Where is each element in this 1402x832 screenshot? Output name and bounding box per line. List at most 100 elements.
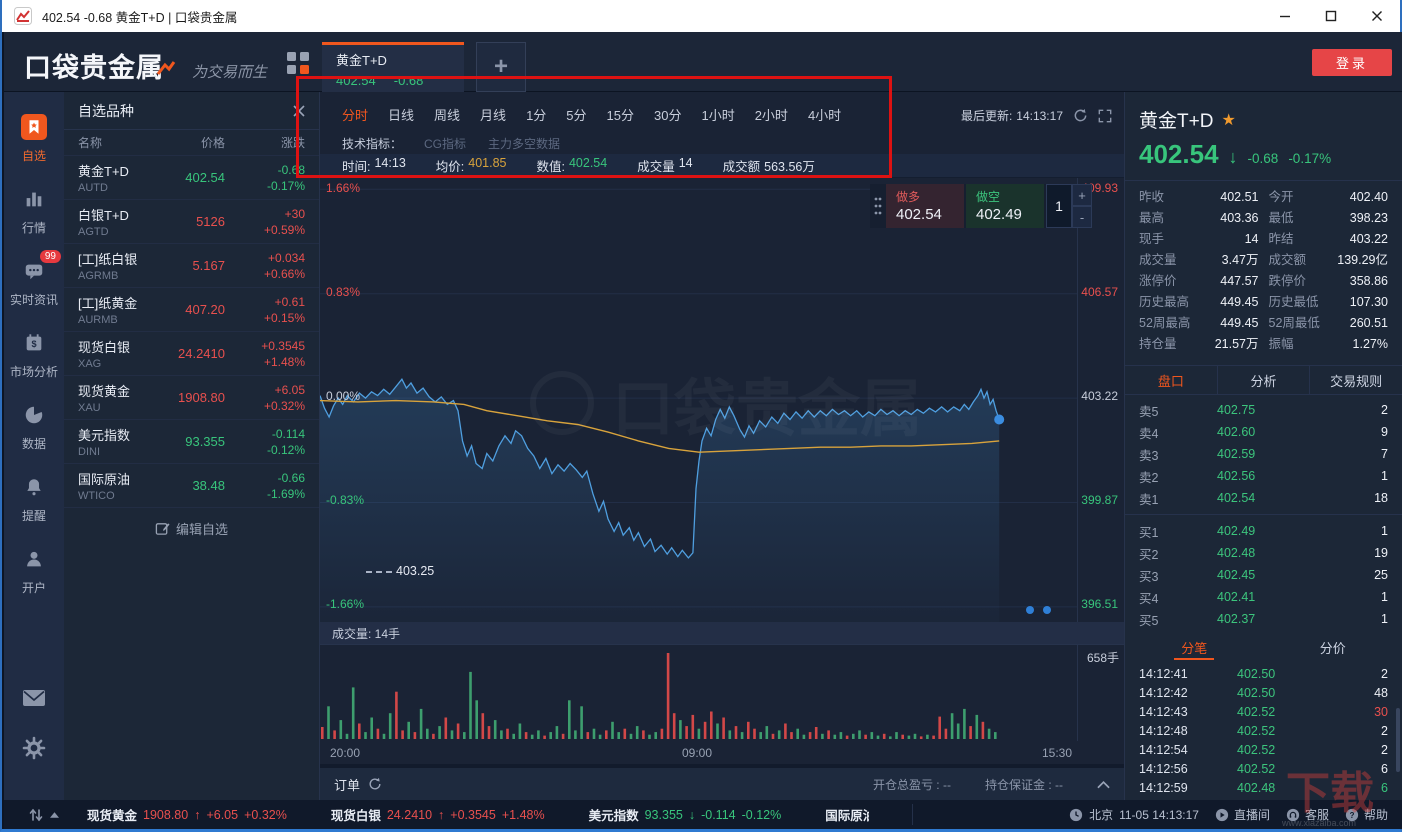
status-bar: 现货黄金 1908.80 ↑ +6.05 +0.32% 现货白银 24.2410…	[4, 800, 1402, 829]
sidebar-item-market-analysis[interactable]: $ 市场分析	[4, 330, 64, 380]
refresh-icon[interactable]	[1073, 108, 1088, 123]
sell-short-button[interactable]: 做空 402.49	[966, 184, 1044, 228]
instrument-price: 38.48	[192, 478, 225, 493]
quantity-increase-button[interactable]: +	[1072, 184, 1092, 206]
ask-row[interactable]: 卖2 402.56 1	[1139, 465, 1388, 487]
help-circle-icon: ?	[1345, 808, 1359, 822]
watchlist-row[interactable]: [工]纸黄金 AURMB 407.20 +0.61 +0.15%	[64, 288, 319, 332]
favorite-star-icon[interactable]: ★	[1221, 110, 1235, 130]
chart-page-dots[interactable]	[1026, 606, 1051, 614]
stat-label: 最低	[1268, 211, 1294, 225]
watchlist-row[interactable]: 白银T+D AGTD 5126 +30 +0.59%	[64, 200, 319, 244]
price-chart-svg	[320, 188, 1078, 622]
watchlist-title: 自选品种	[78, 102, 134, 119]
tick-tab[interactable]: 分笔	[1125, 632, 1264, 662]
sidebar-item-alerts[interactable]: 提醒	[4, 474, 64, 524]
minimize-button[interactable]	[1262, 0, 1308, 32]
bell-icon	[21, 474, 47, 500]
timeframe-tab[interactable]: 分时	[342, 105, 368, 124]
watchlist-row[interactable]: 美元指数 DINI 93.355 -0.114 -0.12%	[64, 420, 319, 464]
watchlist-row[interactable]: 黄金T+D AUTD 402.54 -0.68 -0.17%	[64, 156, 319, 200]
tick-tab[interactable]: 分价	[1264, 632, 1402, 662]
axis-price-3: 403.22	[1081, 389, 1118, 403]
help-link[interactable]: ? 帮助	[1345, 806, 1388, 823]
grid-menu-icon[interactable]	[287, 52, 309, 74]
price-chart[interactable]: 1.66% 0.83% 0.00% -0.83% -1.66% 409.93 4…	[320, 178, 1124, 622]
bid-row[interactable]: 买5 402.37 1	[1139, 608, 1388, 630]
timeframe-tab[interactable]: 日线	[388, 105, 414, 124]
bid-row[interactable]: 买4 402.41 1	[1139, 586, 1388, 608]
ref-price-label: 403.25	[396, 564, 435, 578]
ticker-sort-icon[interactable]	[28, 807, 44, 823]
ticker-item[interactable]: 现货白银 24.2410 ↑ +0.3545 +1.48%	[331, 805, 545, 824]
detail-tab[interactable]: 交易规则	[1309, 366, 1402, 394]
sidebar-item-data[interactable]: 数据	[4, 402, 64, 452]
ask-row[interactable]: 卖1 402.54 18	[1139, 487, 1388, 509]
ask-row[interactable]: 卖4 402.60 9	[1139, 421, 1388, 443]
fullscreen-icon[interactable]	[1098, 109, 1112, 123]
gear-icon[interactable]	[22, 736, 46, 760]
detail-tab[interactable]: 盘口	[1125, 366, 1217, 394]
timeframe-tab[interactable]: 5分	[566, 105, 586, 124]
detail-tab[interactable]: 分析	[1216, 366, 1310, 394]
stat-label: 昨结	[1268, 232, 1294, 246]
drag-handle-icon[interactable]	[870, 184, 886, 228]
ticker-item[interactable]: 现货黄金 1908.80 ↑ +6.05 +0.32%	[87, 805, 287, 824]
watchlist-row[interactable]: [工]纸白银 AGRMB 5.167 +0.034 +0.66%	[64, 244, 319, 288]
quantity-decrease-button[interactable]: -	[1072, 206, 1092, 228]
collapse-ticker-icon[interactable]	[50, 811, 59, 818]
timeframe-tab[interactable]: 月线	[480, 105, 506, 124]
axis-divider	[1077, 178, 1078, 622]
volume-title-bar: 成交量: 14手	[320, 622, 1124, 644]
sidebar-item-open-account[interactable]: 开户	[4, 546, 64, 596]
axis-pct-1: 1.66%	[326, 181, 361, 195]
add-tab-button[interactable]: +	[476, 42, 526, 92]
stat-label: 昨收	[1139, 190, 1165, 204]
ticker-item[interactable]: 国际原油	[825, 805, 869, 824]
axis-pct-4: -0.83%	[326, 493, 365, 507]
login-button[interactable]: 登录	[1312, 49, 1392, 76]
orders-refresh-icon[interactable]	[368, 777, 382, 791]
watchlist-rows: 黄金T+D AUTD 402.54 -0.68 -0.17% 白银T+D AGT…	[64, 156, 319, 508]
timeframe-tab[interactable]: 周线	[434, 105, 460, 124]
timeframe-tabs: 分时 日线 周线 月线 1分 5分 15分 30分 1小时 2小时 4小时	[342, 105, 841, 124]
watchlist-row[interactable]: 现货白银 XAG 24.2410 +0.3545 +1.48%	[64, 332, 319, 376]
ticker-item[interactable]: 美元指数 93.355 ↓ -0.114 -0.12%	[589, 805, 782, 824]
sidebar-item-quotes[interactable]: 行情	[4, 186, 64, 236]
timeframe-tab[interactable]: 15分	[607, 105, 634, 124]
mail-icon[interactable]	[22, 688, 46, 708]
sidebar-item-news[interactable]: 99 实时资讯	[4, 250, 64, 308]
timeframe-tab[interactable]: 1小时	[701, 105, 734, 124]
quantity-field[interactable]: 1	[1046, 184, 1072, 228]
instrument-change: -0.68	[277, 162, 305, 177]
timeframe-tab[interactable]: 4小时	[808, 105, 841, 124]
timeframe-tab[interactable]: 2小时	[755, 105, 788, 124]
buy-long-button[interactable]: 做多 402.54	[886, 184, 964, 228]
close-button[interactable]	[1354, 0, 1400, 32]
timeframe-tab[interactable]: 1分	[526, 105, 546, 124]
scrollbar-thumb[interactable]	[1396, 708, 1400, 772]
indicator-main-force[interactable]: 主力多空数据	[488, 135, 560, 152]
indicator-cg[interactable]: CG指标	[424, 135, 466, 152]
collapse-orders-icon[interactable]	[1097, 780, 1110, 789]
bid-row[interactable]: 买2 402.48 19	[1139, 542, 1388, 564]
customer-service-link[interactable]: 客服	[1286, 806, 1329, 823]
ask-row[interactable]: 卖5 402.75 2	[1139, 399, 1388, 421]
timeframe-tab[interactable]: 30分	[654, 105, 681, 124]
stat-label: 持仓量	[1139, 337, 1177, 351]
watchlist-row[interactable]: 国际原油 WTICO 38.48 -0.66 -1.69%	[64, 464, 319, 508]
tab-gold-td[interactable]: 黄金T+D 402.54 -0.68	[322, 42, 464, 92]
ask-row[interactable]: 卖3 402.59 7	[1139, 443, 1388, 465]
bid-row[interactable]: 买3 402.45 25	[1139, 564, 1388, 586]
watchlist-row[interactable]: 现货黄金 XAU 1908.80 +6.05 +0.32%	[64, 376, 319, 420]
tick-row: 14:12:54 402.52 2	[1139, 742, 1388, 757]
live-room-link[interactable]: 直播间	[1215, 806, 1270, 823]
sidebar-item-favorites[interactable]: 自选	[4, 114, 64, 164]
maximize-button[interactable]	[1308, 0, 1354, 32]
datetime-label: 11-05 14:13:17	[1119, 807, 1199, 822]
close-icon[interactable]	[293, 104, 305, 117]
volume-chart[interactable]: 658手	[320, 644, 1124, 741]
bid-row[interactable]: 买1 402.49 1	[1139, 520, 1388, 542]
edit-watchlist-button[interactable]: 编辑自选	[64, 508, 319, 548]
stat-label: 成交量	[1139, 253, 1177, 267]
